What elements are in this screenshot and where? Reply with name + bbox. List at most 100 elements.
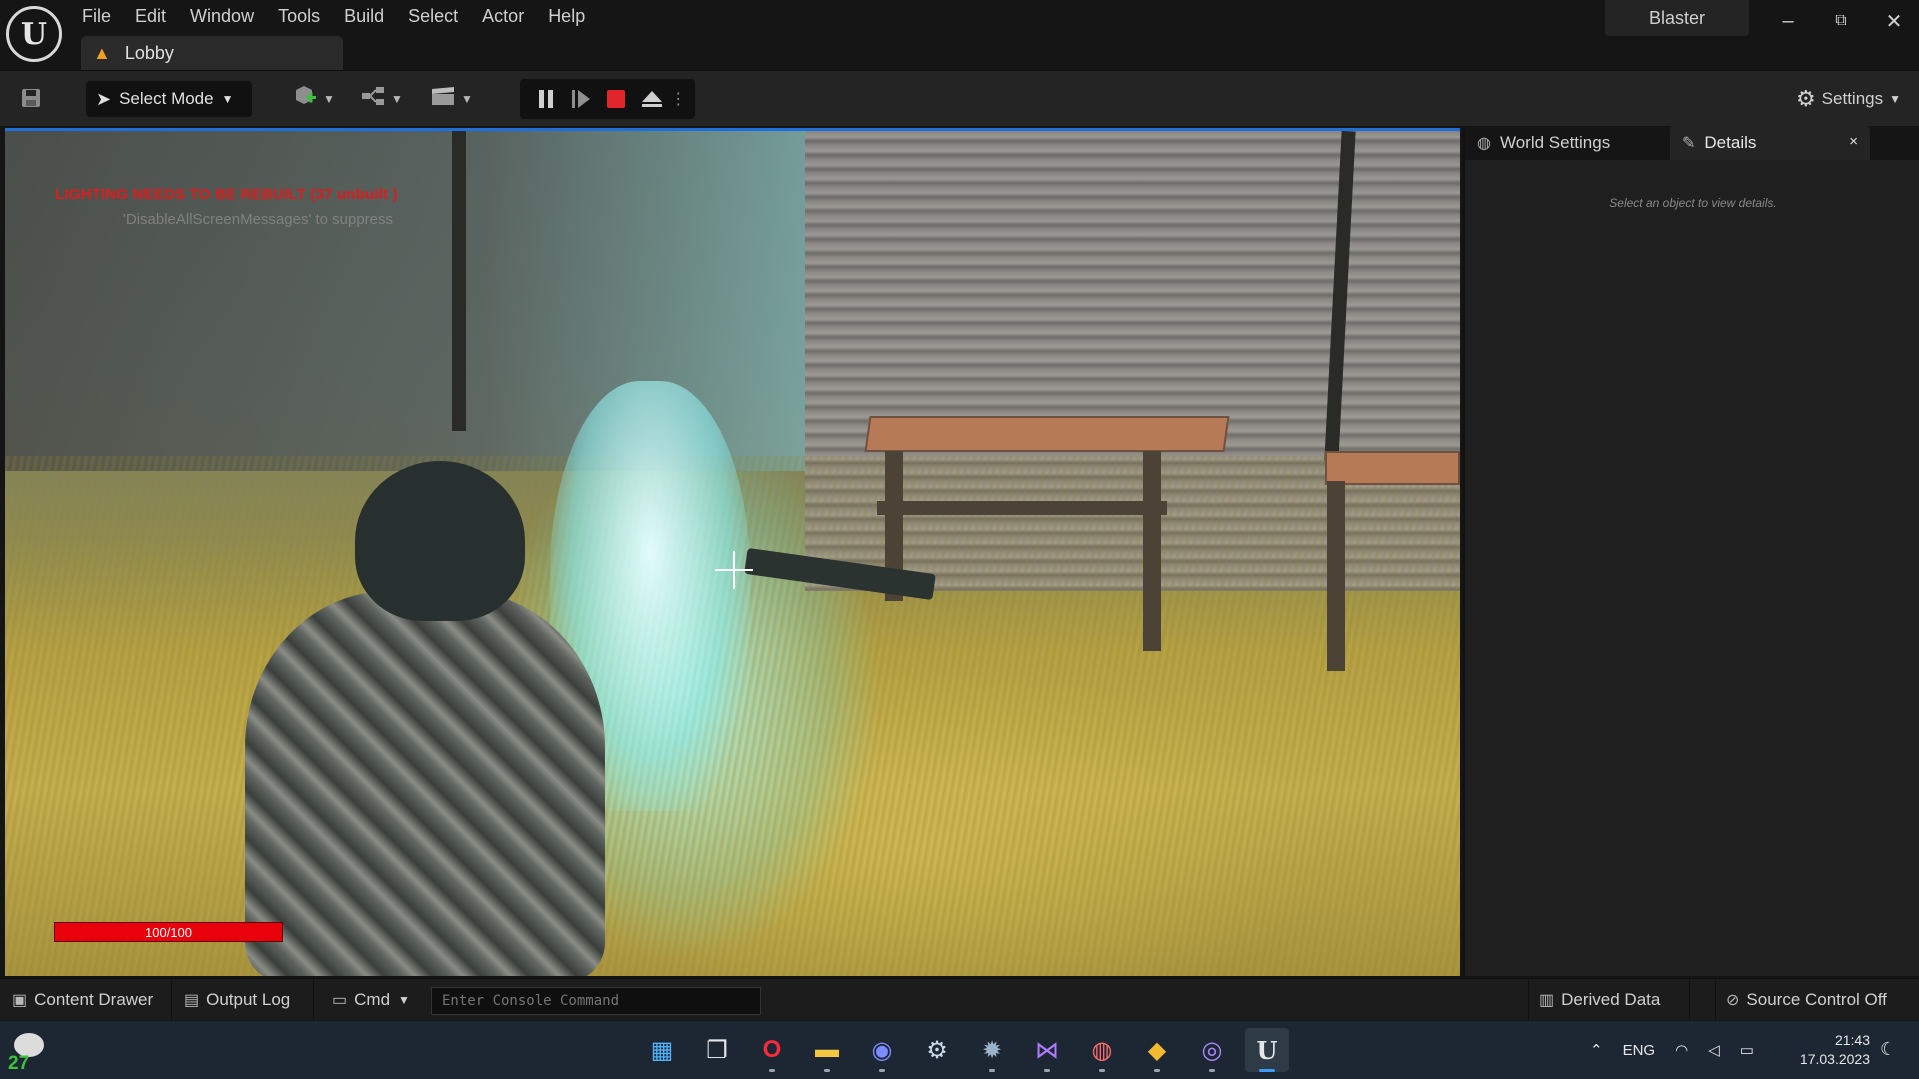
add-actor-icon xyxy=(292,84,318,114)
task-view-icon[interactable]: ❐ xyxy=(695,1028,739,1072)
source-control-button[interactable]: ⊘ Source Control Off xyxy=(1715,979,1919,1021)
chevron-up-icon[interactable]: ⌃ xyxy=(1590,1041,1603,1059)
main-menu: File Edit Window Tools Build Select Acto… xyxy=(70,4,597,28)
volume-icon[interactable]: ◁ xyxy=(1708,1041,1720,1059)
discord-icon[interactable]: ◉ xyxy=(860,1028,904,1072)
globe-icon: ◍ xyxy=(1477,135,1491,152)
settings-label: Settings xyxy=(1821,89,1884,108)
pause-button[interactable] xyxy=(532,85,560,113)
level-warning-icon: ▲ xyxy=(93,42,111,63)
menu-actor[interactable]: Actor xyxy=(470,4,536,28)
chevron-down-icon: ▼ xyxy=(323,92,335,106)
wifi-icon[interactable]: ◠ xyxy=(1675,1041,1688,1059)
menu-window[interactable]: Window xyxy=(178,4,266,28)
visual-studio-icon[interactable]: ⋈ xyxy=(1025,1028,1069,1072)
select-mode-dropdown[interactable]: ➤ Select Mode ▼ xyxy=(86,81,252,117)
chevron-down-icon: ▼ xyxy=(1889,92,1901,106)
derived-data-button[interactable]: ▥ Derived Data xyxy=(1528,979,1690,1021)
language-indicator[interactable]: ENG xyxy=(1623,1042,1656,1059)
panel-tabs: ◍ World Settings ✎ Details × xyxy=(1465,126,1919,160)
blueprints-button[interactable]: ▼ xyxy=(360,85,403,113)
output-log-button[interactable]: ▤ Output Log xyxy=(174,979,314,1021)
unreal-engine-icon[interactable]: U xyxy=(1245,1028,1289,1072)
scene-player-character xyxy=(245,461,625,976)
details-panel-area: ◍ World Settings ✎ Details × Select an o… xyxy=(1463,126,1919,976)
content-drawer-button[interactable]: ▣ Content Drawer xyxy=(2,979,172,1021)
system-tray: ⌃ ENG ◠ ◁ ▭ xyxy=(1590,1021,1774,1079)
scene-table-leg xyxy=(1143,451,1161,651)
source-control-label: Source Control Off xyxy=(1746,990,1887,1009)
clock[interactable]: 21:43 17.03.2023 xyxy=(1790,1031,1870,1069)
unreal-logo-icon[interactable]: U xyxy=(6,6,62,62)
github-desktop-icon[interactable]: ◎ xyxy=(1190,1028,1234,1072)
cmd-dropdown[interactable]: ▭ Cmd ▼ xyxy=(322,979,426,1021)
blueprint-icon xyxy=(360,85,386,113)
menu-tools[interactable]: Tools xyxy=(266,4,332,28)
chevron-down-icon: ▼ xyxy=(391,92,403,106)
output-log-label: Output Log xyxy=(206,990,291,1009)
stop-button[interactable] xyxy=(602,85,630,113)
notification-bell-icon[interactable]: ☾ xyxy=(1880,1039,1896,1060)
eject-button[interactable] xyxy=(638,85,666,113)
menu-edit[interactable]: Edit xyxy=(123,4,178,28)
tab-details-label: Details xyxy=(1704,133,1757,152)
source-control-off-icon: ⊘ xyxy=(1726,992,1740,1009)
menu-help[interactable]: Help xyxy=(536,4,597,28)
weather-temperature: 27 xyxy=(8,1053,30,1074)
scene-table xyxy=(1325,451,1460,485)
clock-date: 17.03.2023 xyxy=(1799,1051,1870,1067)
select-mode-label: Select Mode xyxy=(119,89,214,108)
cinematics-button[interactable]: ▼ xyxy=(430,85,473,113)
console-command-input[interactable] xyxy=(431,987,761,1015)
gear-icon: ⚙ xyxy=(1795,86,1816,111)
scene-player-helmet xyxy=(355,461,525,621)
menu-file[interactable]: File xyxy=(70,4,123,28)
minimize-icon[interactable]: – xyxy=(1768,6,1808,36)
more-options-icon[interactable]: ⋮ xyxy=(670,85,686,113)
binance-icon[interactable]: ◆ xyxy=(1135,1028,1179,1072)
close-tab-icon[interactable]: × xyxy=(1849,133,1858,150)
level-tab-lobby[interactable]: ▲ Lobby xyxy=(81,36,343,70)
unreal-editor-window: U File Edit Window Tools Build Select Ac… xyxy=(0,0,1919,1079)
tab-world-settings-label: World Settings xyxy=(1499,133,1611,152)
save-icon[interactable] xyxy=(18,85,44,111)
menu-select[interactable]: Select xyxy=(396,4,470,28)
settings-app-icon[interactable]: ✹ xyxy=(970,1028,1014,1072)
database-icon: ▥ xyxy=(1539,992,1555,1009)
file-explorer-icon[interactable]: ▬ xyxy=(805,1028,849,1072)
opera-browser-icon[interactable]: O xyxy=(750,1028,794,1072)
battery-icon[interactable]: ▭ xyxy=(1740,1041,1754,1059)
lighting-warning: LIGHTING NEEDS TO BE REBUILT (37 unbuilt… xyxy=(55,186,398,203)
level-editor-toolbar: ➤ Select Mode ▼ ▼ ▼ ▼ ⋮ ⚙ Settings ▼ xyxy=(0,70,1919,126)
clock-time: 21:43 xyxy=(1834,1032,1870,1048)
health-bar: 100/100 xyxy=(54,922,283,942)
tab-world-settings[interactable]: ◍ World Settings xyxy=(1465,126,1670,160)
weather-widget[interactable]: 27 xyxy=(6,1031,46,1074)
scene-pole xyxy=(452,131,466,431)
level-viewport[interactable]: LIGHTING NEEDS TO BE REBUILT (37 unbuilt… xyxy=(5,128,1460,976)
tab-details[interactable]: ✎ Details × xyxy=(1670,126,1870,160)
steam-icon[interactable]: ⚙ xyxy=(915,1028,959,1072)
close-icon[interactable]: ✕ xyxy=(1874,6,1914,36)
scene-table-rail xyxy=(877,501,1167,515)
resume-button[interactable] xyxy=(567,85,595,113)
project-name: Blaster xyxy=(1605,0,1749,36)
settings-button[interactable]: ⚙ Settings ▼ xyxy=(1796,85,1901,113)
content-drawer-icon: ▣ xyxy=(12,992,28,1009)
stop-icon xyxy=(607,90,626,108)
windows-start-icon[interactable]: ▦ xyxy=(640,1028,684,1072)
app-generic-icon[interactable]: ◍ xyxy=(1080,1028,1124,1072)
restore-icon[interactable]: ⧉ xyxy=(1821,6,1861,36)
pencil-icon: ✎ xyxy=(1682,135,1696,152)
details-empty-hint: Select an object to view details. xyxy=(1609,196,1777,210)
content-drawer-label: Content Drawer xyxy=(34,990,154,1009)
status-bar: ▣ Content Drawer ▤ Output Log ▭ Cmd ▼ ▥ … xyxy=(0,978,1919,1021)
cmd-label: Cmd xyxy=(354,990,391,1009)
output-log-icon: ▤ xyxy=(184,992,200,1009)
clapperboard-icon xyxy=(430,85,456,113)
windows-taskbar: 27 ▦ ❐ O ▬ ◉ ⚙ ✹ ⋈ ◍ ◆ ◎ U ⌃ ENG ◠ ◁ ▭ 2… xyxy=(0,1021,1919,1079)
menu-build[interactable]: Build xyxy=(332,4,396,28)
scene-table xyxy=(864,416,1230,452)
add-actor-button[interactable]: ▼ xyxy=(292,85,335,113)
level-tab-label: Lobby xyxy=(124,42,174,63)
